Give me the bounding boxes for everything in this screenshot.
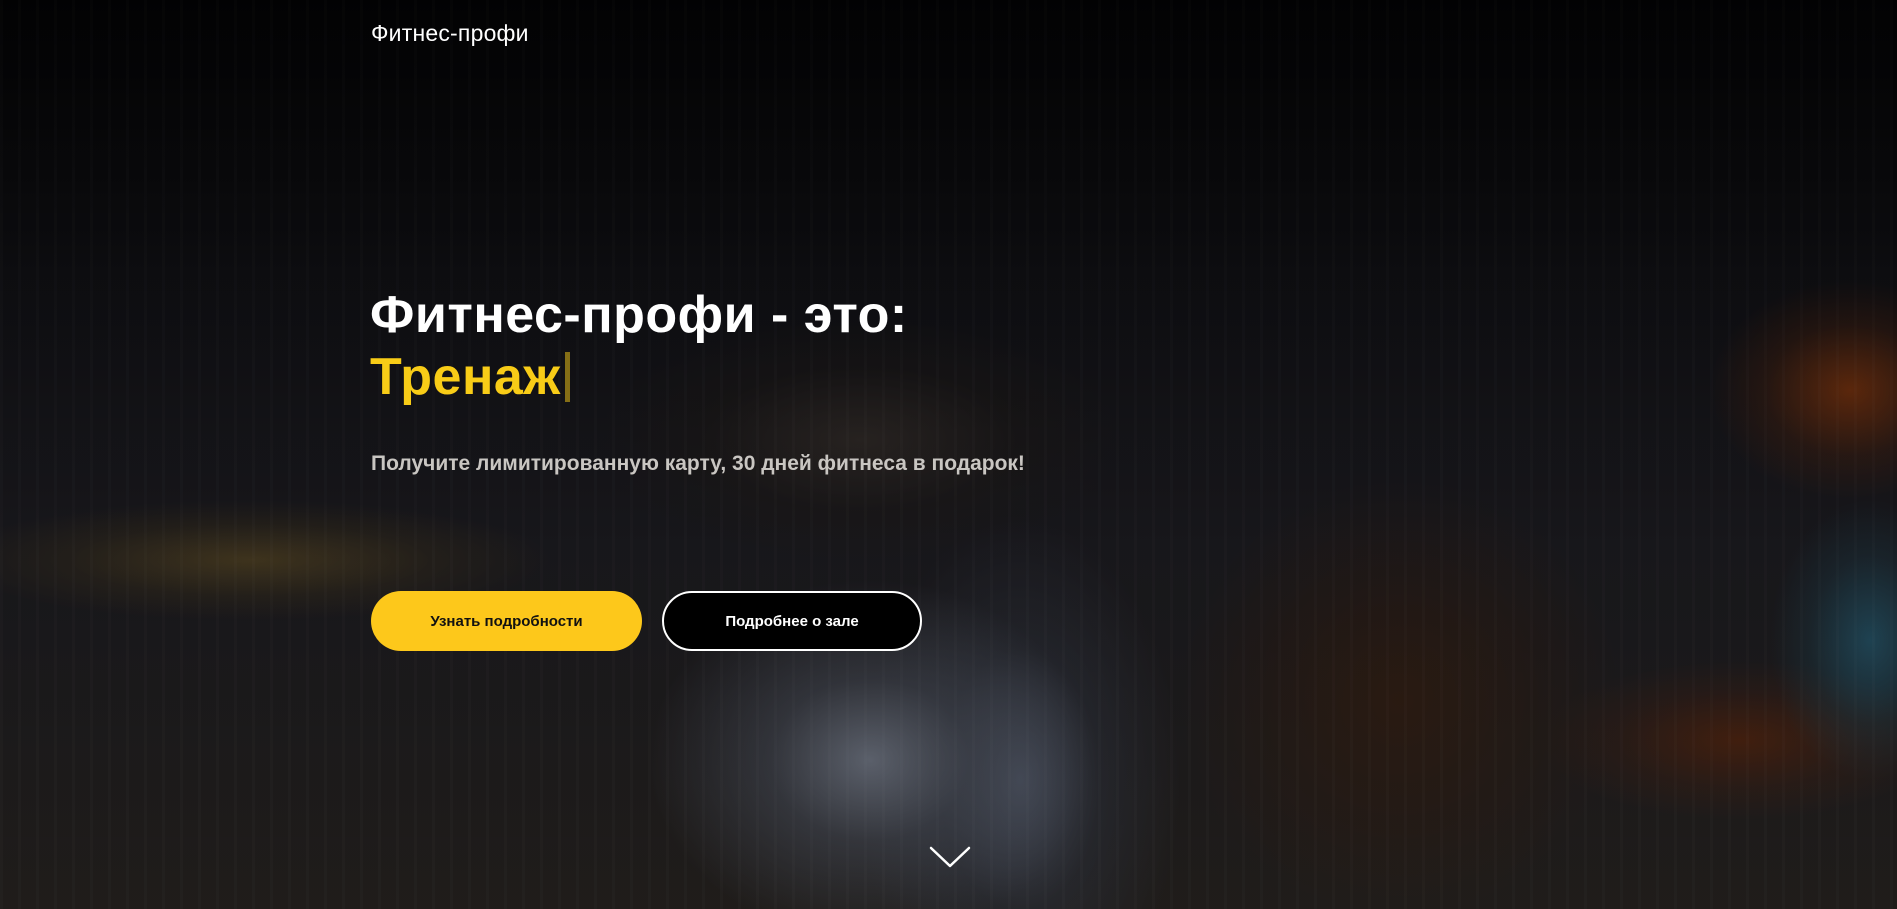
hero-headline: Фитнес-профи - это: (370, 286, 908, 344)
about-gym-button[interactable]: Подробнее о зале (662, 591, 922, 651)
hero-subtitle: Получите лимитированную карту, 30 дней ф… (371, 452, 1025, 475)
learn-more-button[interactable]: Узнать подробности (371, 591, 642, 651)
chevron-down-icon (929, 846, 971, 868)
hero-section: Фитнес-профи Фитнес-профи - это: Тренаж … (0, 0, 1897, 909)
hero-rotating-text: Тренаж (370, 346, 570, 408)
scroll-down-button[interactable] (929, 845, 971, 869)
about-gym-button-label: Подробнее о зале (725, 612, 859, 630)
site-logo[interactable]: Фитнес-профи (371, 20, 529, 47)
rotating-word: Тренаж (370, 348, 561, 406)
learn-more-button-label: Узнать подробности (430, 612, 583, 630)
typing-cursor (564, 352, 570, 402)
